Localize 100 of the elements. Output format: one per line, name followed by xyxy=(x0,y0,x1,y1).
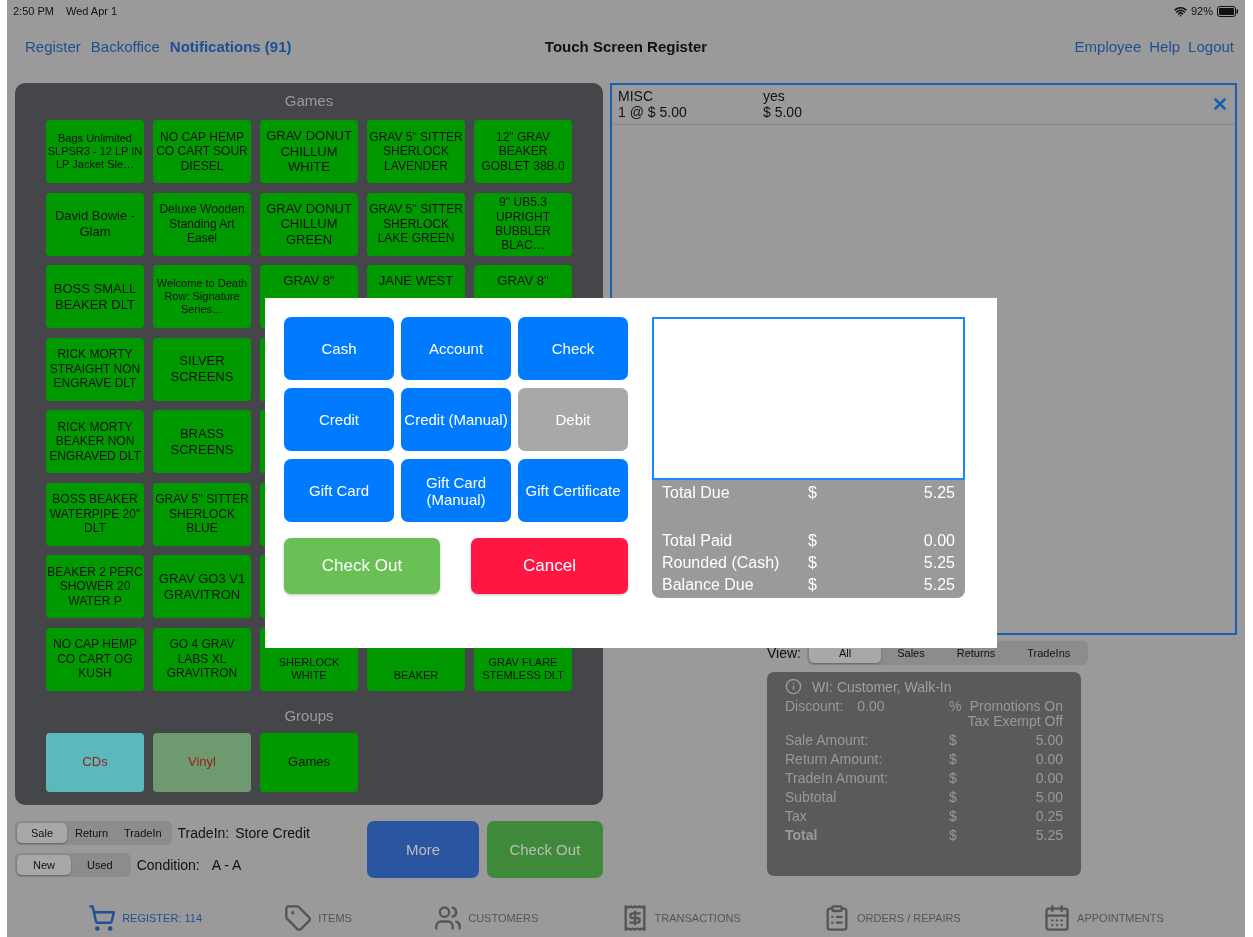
product-tile[interactable]: GRAV DONUT CHILLUM GREEN xyxy=(260,192,358,256)
product-tile[interactable]: NO CAP HEMP CO CART OG KUSH xyxy=(46,627,144,691)
currency-sign: $ xyxy=(949,770,958,786)
total-value: 0.00 xyxy=(923,532,955,550)
currency-sign: $ xyxy=(949,732,958,748)
summary-value: 0.00 xyxy=(1035,751,1063,767)
summary-label: Tax xyxy=(785,808,808,824)
product-tile[interactable]: Welcome to Death Row: Signature Series… xyxy=(153,265,251,328)
tab-bar-item[interactable]: TRANSACTIONS xyxy=(620,904,741,932)
segment[interactable]: Sales xyxy=(881,643,941,663)
discount-value: 0.00 xyxy=(857,698,885,714)
total-value: 5.25 xyxy=(923,484,955,502)
segment[interactable]: Return xyxy=(67,823,117,843)
tag-icon xyxy=(284,904,313,932)
tab-bar-item[interactable]: APPOINTMENTS xyxy=(1043,904,1164,932)
product-tile[interactable]: 12" GRAV BEAKER GOBLET 38B.0 xyxy=(474,120,572,183)
summary-label: Return Amount: xyxy=(785,751,884,767)
summary-label: Sale Amount: xyxy=(785,732,870,748)
summary-value: 5.00 xyxy=(1035,789,1063,805)
payment-method-button[interactable]: Cash xyxy=(284,317,394,380)
product-tile[interactable]: 9'' UB5.3 UPRIGHT BUBBLER BLAC… xyxy=(474,192,572,256)
payment-method-button[interactable]: Credit (Manual) xyxy=(401,388,511,451)
tradein-value: Store Credit xyxy=(235,825,310,841)
total-label: Total Due xyxy=(662,484,731,502)
currency-sign: $ xyxy=(808,576,818,594)
summary-label: Subtotal xyxy=(785,789,838,805)
payment-amount-field[interactable] xyxy=(652,317,965,480)
notifications-link[interactable]: Notifications (91) xyxy=(169,37,292,55)
payment-method-button[interactable]: Gift Card xyxy=(284,459,394,522)
nav-link[interactable]: Backoffice xyxy=(90,37,160,55)
condition-label: Condition: xyxy=(136,857,200,873)
payment-method-button[interactable]: Account xyxy=(401,317,511,380)
product-tile[interactable]: SILVER SCREENS xyxy=(153,337,251,401)
percent-sign: % xyxy=(949,698,963,714)
cancel-button[interactable]: Cancel xyxy=(471,538,628,594)
payment-method-button[interactable]: Credit xyxy=(284,388,394,451)
item-name: MISC xyxy=(618,88,654,104)
more-button[interactable]: More xyxy=(367,820,479,878)
product-tile[interactable]: NO CAP HEMP CO CART SOUR DIESEL xyxy=(153,120,251,183)
tab-bar-item[interactable]: REGISTER: 114 xyxy=(88,904,203,932)
status-time: 2:50 PM xyxy=(13,5,54,17)
segment[interactable]: New xyxy=(17,855,71,875)
battery-percent: 92% xyxy=(1190,5,1213,17)
product-tile[interactable]: GRAV 5" SITTER SHERLOCK LAVENDER xyxy=(367,120,465,183)
taxable-value: yes xyxy=(763,88,786,104)
panel-title: Games xyxy=(284,90,334,111)
product-tile[interactable]: BEAKER 2 PERC SHOWER 20 WATER P xyxy=(46,555,144,618)
product-tile[interactable]: BOSS SMALL BEAKER DLT xyxy=(46,265,144,328)
group-tile[interactable]: CDs xyxy=(46,732,144,792)
quantity-price: 1 @ $ 5.00 xyxy=(618,104,688,120)
segment[interactable]: Sale xyxy=(17,823,68,843)
segment[interactable]: TradeIns xyxy=(1011,643,1087,663)
currency-sign: $ xyxy=(808,532,818,550)
wifi-icon xyxy=(1173,4,1187,18)
summary-value: 5.00 xyxy=(1035,732,1063,748)
product-tile[interactable]: BOSS BEAKER WATERPIPE 20" DLT xyxy=(46,482,144,546)
total-value: 5.25 xyxy=(923,554,955,572)
product-tile[interactable]: RICK MORTY BEAKER NON ENGRAVED DLT xyxy=(46,410,144,473)
product-tile[interactable]: BRASS SCREENS xyxy=(153,410,251,473)
currency-sign: $ xyxy=(949,789,958,805)
currency-sign: $ xyxy=(949,808,958,824)
product-tile[interactable]: GRAV DONUT CHILLUM WHITE xyxy=(260,120,358,183)
product-tile[interactable]: GRAV 5'' SITTER SHERLOCK LAKE GREEN xyxy=(367,192,465,256)
battery-icon xyxy=(1217,5,1239,17)
payment-method-button[interactable]: Check xyxy=(518,317,628,380)
nav-link[interactable]: Help xyxy=(1149,37,1181,55)
segment[interactable]: Returns xyxy=(940,643,1012,663)
product-tile[interactable]: Bags Unlimited SLPSR3 - 12 LP IN LP Jacket Sle… xyxy=(46,120,144,183)
group-tile[interactable]: Games xyxy=(260,732,358,792)
nav-link[interactable]: Employee xyxy=(1074,37,1142,55)
product-tile[interactable]: Deluxe Wooden Standing Art Easel xyxy=(153,192,251,256)
product-tile[interactable]: GRAV 5'' SITTER SHERLOCK BLUE xyxy=(153,482,251,546)
tab-bar-item[interactable]: ITEMS xyxy=(284,904,352,932)
summary-label: TradeIn Amount: xyxy=(785,770,889,786)
product-tile[interactable]: David Bowie - Glam xyxy=(46,192,144,256)
summary-value: 0.00 xyxy=(1035,770,1063,786)
tax-exempt-status: Tax Exempt Off xyxy=(967,713,1063,729)
customer-name: WI: Customer, Walk-In xyxy=(812,678,952,695)
status-date: Wed Apr 1 xyxy=(65,5,118,17)
cart-line[interactable]: MISC yes 1 @ $ 5.00 $ 5.00 xyxy=(612,85,1235,125)
total-value: 5.25 xyxy=(923,576,955,594)
remove-icon[interactable] xyxy=(1211,95,1229,113)
total-label: Total Paid xyxy=(662,532,734,550)
line-total: $ 5.00 xyxy=(763,104,803,120)
product-tile[interactable]: GRAV GO3 V1 GRAVITRON xyxy=(153,555,251,618)
info-icon[interactable] xyxy=(785,678,802,695)
product-tile[interactable]: RICK MORTY STRAIGHT NON ENGRAVE DLT xyxy=(46,337,144,401)
tab-bar-item[interactable]: CUSTOMERS xyxy=(434,904,539,932)
segment[interactable]: TradeIn xyxy=(116,823,170,843)
calendar-icon xyxy=(1043,904,1072,932)
segment[interactable]: Used xyxy=(71,855,129,875)
tab-bar-item[interactable]: ORDERS / REPAIRS xyxy=(823,904,961,932)
product-tile[interactable]: GO 4 GRAV LABS XL GRAVITRON xyxy=(153,627,251,691)
payment-method-button[interactable]: Gift Certificate xyxy=(518,459,628,522)
nav-link[interactable]: Logout xyxy=(1188,37,1234,55)
summary-value: 5.25 xyxy=(1035,827,1063,843)
people-icon xyxy=(434,904,463,932)
nav-link[interactable]: Register xyxy=(25,37,81,55)
condition-value: A - A xyxy=(211,857,242,873)
payment-method-button[interactable]: Gift Card (Manual) xyxy=(401,459,511,522)
